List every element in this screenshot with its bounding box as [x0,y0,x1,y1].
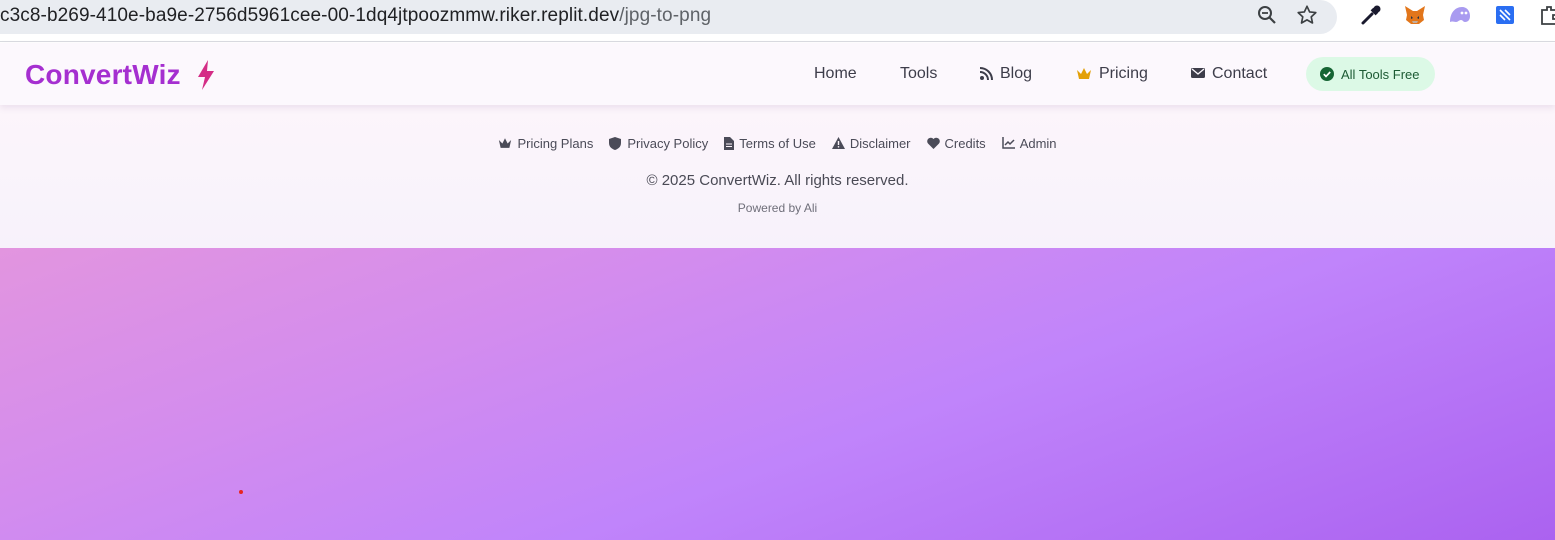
footer-link-label: Pricing Plans [517,136,594,151]
nav-pricing-label: Pricing [1099,65,1148,82]
url-text[interactable]: c3c8-b269-410e-ba9e-2756d5961cee-00-1dq4… [0,5,711,27]
check-circle-icon [1320,67,1334,81]
address-bar[interactable]: c3c8-b269-410e-ba9e-2756d5961cee-00-1dq4… [0,0,1337,34]
shield-icon [609,137,622,150]
footer-links: Pricing Plans Privacy Policy Terms of Us… [0,136,1555,151]
envelope-icon [1191,67,1205,81]
all-tools-free-badge[interactable]: All Tools Free [1306,57,1435,91]
blog-icon [979,67,993,81]
site-header: ConvertWiz Home Tools Blog Pricing Conta… [0,43,1555,105]
logo[interactable]: ConvertWiz [25,59,181,91]
lightning-bolt-icon [196,60,216,90]
footer-link-label: Terms of Use [739,136,816,151]
footer-link-credits[interactable]: Credits [926,136,986,151]
warning-icon [831,137,845,150]
nav-blog-label: Blog [1000,65,1033,82]
ghost-extension-icon[interactable] [1446,1,1474,29]
badge-label: All Tools Free [1341,66,1420,82]
footer-link-privacy[interactable]: Privacy Policy [609,136,708,151]
footer-link-label: Credits [944,136,986,151]
nav-tools-label: Tools [900,65,938,82]
footer-link-terms[interactable]: Terms of Use [724,136,816,151]
zoom-icon[interactable] [1253,1,1281,29]
footer-link-pricing-plans[interactable]: Pricing Plans [498,136,593,151]
nav-home-label: Home [814,65,857,82]
url-path: /jpg-to-png [619,5,712,26]
site-footer: Pricing Plans Privacy Policy Terms of Us… [0,105,1555,248]
nav-contact[interactable]: Contact [1191,65,1267,83]
bookmark-extension-icon[interactable] [1491,1,1519,29]
nav-contact-label: Contact [1212,65,1268,82]
copyright-text: © 2025 ConvertWiz. All rights reserved. [646,172,909,189]
footer-link-admin[interactable]: Admin [1001,136,1057,151]
nav-home[interactable]: Home [814,65,857,83]
footer-link-label: Disclaimer [849,136,911,151]
eyedropper-extension-icon[interactable] [1357,1,1385,29]
footer-link-disclaimer[interactable]: Disclaimer [831,136,911,151]
url-host: c3c8-b269-410e-ba9e-2756d5961cee-00-1dq4… [0,5,620,26]
metamask-extension-icon[interactable] [1401,1,1429,29]
chart-line-icon [1001,137,1015,150]
footer-link-label: Admin [1019,136,1057,151]
nav-pricing[interactable]: Pricing [1076,65,1148,83]
footer-link-label: Privacy Policy [627,136,709,151]
crown-icon [498,137,512,150]
crown-icon [1076,67,1092,81]
heart-icon [926,137,940,150]
extensions-icon[interactable] [1536,1,1555,29]
cursor-dot [239,490,243,494]
browser-toolbar: c3c8-b269-410e-ba9e-2756d5961cee-00-1dq4… [0,0,1555,42]
star-icon[interactable] [1293,1,1321,29]
nav-tools[interactable]: Tools [900,65,937,83]
gradient-background [0,248,1555,540]
document-icon [724,137,735,150]
nav-blog[interactable]: Blog [979,65,1032,83]
powered-by-text: Powered by Ali [737,201,818,215]
